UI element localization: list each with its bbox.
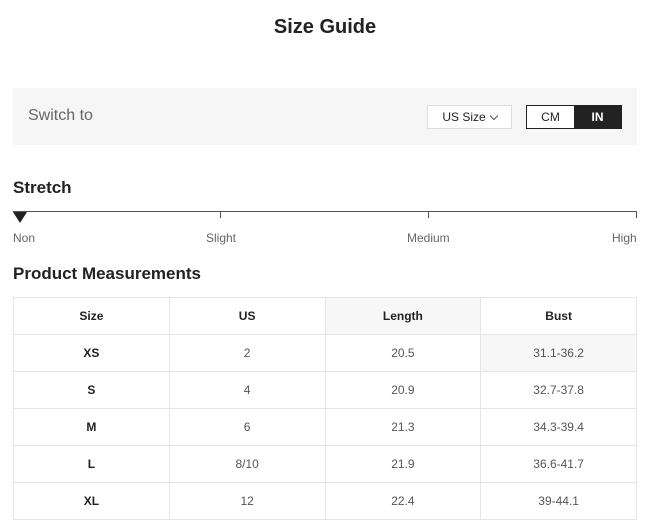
length-cell: 22.4 — [324, 482, 482, 520]
unit-cm-button[interactable]: CM — [527, 106, 574, 128]
size-cell: S — [13, 371, 170, 409]
bust-cell: 39-44.1 — [480, 482, 637, 520]
size-cell: M — [13, 408, 170, 446]
size-system-select[interactable]: US Size — [427, 105, 512, 129]
stretch-tick-high — [636, 211, 637, 218]
unit-toggle: CM IN — [526, 105, 622, 129]
bust-cell: 36.6-41.7 — [480, 445, 637, 483]
unit-in-button[interactable]: IN — [574, 106, 621, 128]
size-guide-page: Size Guide Switch to US Size CM IN Stret… — [0, 0, 650, 532]
stretch-label-medium: Medium — [407, 231, 450, 245]
length-cell: 20.9 — [324, 371, 482, 409]
us-cell: 4 — [168, 371, 326, 409]
us-cell: 2 — [168, 334, 326, 372]
table-row: XL 12 22.4 39-44.1 — [13, 482, 637, 520]
measurements-table-wrap: Size US Length Bust XS 2 20.5 31.1-36.2 … — [13, 297, 637, 520]
table-row: L 8/10 21.9 36.6-41.7 — [13, 445, 637, 483]
length-cell: 20.5 — [324, 334, 482, 372]
table-header-row: Size US Length Bust — [13, 297, 637, 335]
size-cell: XL — [13, 482, 170, 520]
stretch-tick-medium — [428, 211, 429, 218]
column-header-us: US — [168, 297, 326, 335]
stretch-label-non: Non — [13, 231, 36, 245]
length-cell: 21.9 — [324, 445, 482, 483]
chevron-down-icon — [489, 111, 498, 120]
table-row: M 6 21.3 34.3-39.4 — [13, 408, 637, 446]
us-cell: 6 — [168, 408, 326, 446]
size-system-value: US Size — [442, 110, 486, 124]
stretch-marker-icon — [13, 212, 27, 223]
bust-cell: 34.3-39.4 — [480, 408, 637, 446]
size-cell: L — [13, 445, 170, 483]
column-header-length: Length — [324, 297, 482, 335]
size-cell: XS — [13, 334, 170, 372]
stretch-label-slight: Slight — [206, 231, 237, 245]
switch-label: Switch to — [28, 107, 93, 124]
unit-switch-bar: Switch to US Size CM IN — [13, 88, 637, 145]
bust-cell: 31.1-36.2 — [480, 334, 637, 372]
page-title: Size Guide — [273, 16, 377, 38]
column-header-bust: Bust — [480, 297, 637, 335]
stretch-tick-slight — [220, 211, 221, 218]
us-cell: 8/10 — [168, 445, 326, 483]
stretch-title: Stretch — [13, 178, 72, 197]
table-row: S 4 20.9 32.7-37.8 — [13, 371, 637, 409]
stretch-scale-line — [13, 211, 637, 212]
table-row: XS 2 20.5 31.1-36.2 — [13, 334, 637, 372]
bust-cell: 32.7-37.8 — [480, 371, 637, 409]
us-cell: 12 — [168, 482, 326, 520]
stretch-label-high: High — [612, 231, 637, 245]
measurements-title: Product Measurements — [13, 264, 201, 283]
column-header-size: Size — [13, 297, 170, 335]
measurements-table: Size US Length Bust XS 2 20.5 31.1-36.2 … — [13, 297, 637, 520]
length-cell: 21.3 — [324, 408, 482, 446]
